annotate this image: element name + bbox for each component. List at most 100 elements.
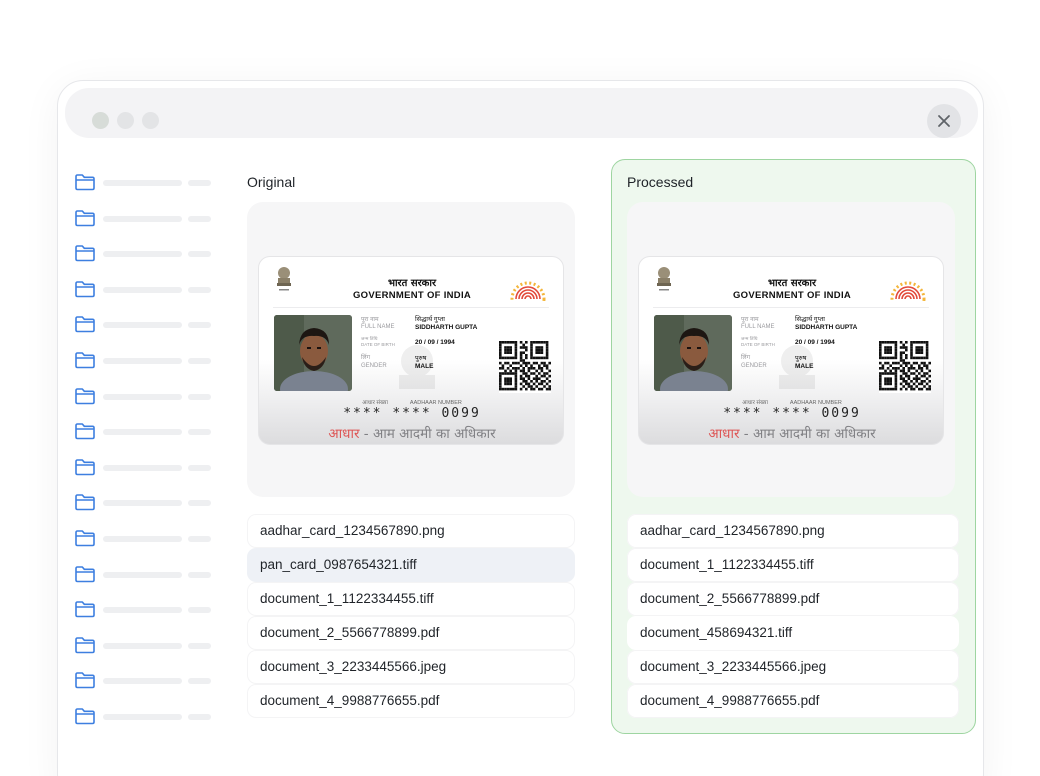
close-button[interactable]	[927, 104, 961, 138]
processed-preview: भारत सरकार GOVERNMENT OF INDIA पूरा नाम FUL…	[627, 202, 955, 497]
file-row[interactable]: document_2_5566778899.pdf	[627, 582, 959, 616]
qr-code	[499, 341, 551, 393]
sidebar-item-label-placeholder	[103, 180, 182, 186]
file-row[interactable]: document_3_2233445566.jpeg	[627, 650, 959, 684]
sidebar-item[interactable]	[74, 527, 214, 563]
sidebar-item-meta-placeholder	[188, 322, 211, 329]
folder-icon	[75, 601, 95, 618]
folder-icon	[75, 708, 95, 725]
dob-label: DATE OF BIRTH	[361, 342, 395, 347]
name-value: SIDDHARTH GUPTA	[415, 324, 478, 331]
sidebar	[74, 171, 214, 741]
sidebar-item[interactable]	[74, 242, 214, 278]
sidebar-item[interactable]	[74, 634, 214, 670]
sidebar-item-meta-placeholder	[188, 215, 211, 222]
id-card-image: भारत सरकार GOVERNMENT OF INDIA पूरा नाम FUL…	[258, 256, 564, 445]
id-card-image: भारत सरकार GOVERNMENT OF INDIA पूरा नाम FUL…	[638, 256, 944, 445]
folder-icon	[75, 636, 95, 654]
gender-value: MALE	[415, 363, 434, 370]
sidebar-item-label-placeholder	[103, 678, 182, 685]
file-row[interactable]: document_1_1122334455.tiff	[627, 548, 959, 582]
tagline-highlight: आधार	[328, 426, 360, 442]
file-row[interactable]: document_4_9988776655.pdf	[627, 684, 959, 718]
sidebar-item[interactable]	[74, 563, 214, 599]
sidebar-item[interactable]	[74, 669, 214, 705]
original-file-list: aadhar_card_1234567890.png pan_card_09876…	[247, 514, 575, 718]
sidebar-item[interactable]	[74, 349, 214, 385]
file-row[interactable]: document_2_5566778899.pdf	[247, 616, 575, 650]
sidebar-item[interactable]	[74, 385, 214, 421]
sidebar-item-meta-placeholder	[188, 393, 211, 400]
original-preview: भारत सरकार GOVERNMENT OF INDIA पूरा नाम FUL…	[247, 202, 575, 497]
card-divider	[273, 307, 549, 308]
gender-value-hindi: पुरुष	[415, 355, 427, 362]
sidebar-item-label-placeholder	[103, 286, 182, 293]
folder-icon	[75, 245, 95, 262]
sidebar-item[interactable]	[74, 456, 214, 492]
aadhaar-number-label: आधार संख्या AADHAAR NUMBER	[639, 398, 943, 406]
sidebar-item-label-placeholder	[103, 607, 182, 614]
sidebar-item[interactable]	[74, 598, 214, 634]
tagline-highlight: आधार	[708, 426, 740, 442]
folder-icon	[75, 280, 95, 298]
gender-label: GENDER	[361, 363, 387, 369]
app-window: Original Processed भारत सरकार GOVERNMENT …	[57, 80, 984, 776]
folder-icon	[75, 174, 95, 191]
sidebar-item[interactable]	[74, 420, 214, 456]
sidebar-item[interactable]	[74, 313, 214, 349]
sidebar-item-label-placeholder	[103, 322, 182, 329]
sidebar-item-meta-placeholder	[188, 713, 211, 720]
folder-icon	[75, 423, 95, 440]
folder-icon	[75, 458, 95, 476]
sidebar-item[interactable]	[74, 171, 214, 207]
title-bar	[65, 88, 978, 138]
folder-icon	[75, 352, 95, 369]
original-label: Original	[247, 174, 296, 190]
sidebar-item-meta-placeholder	[188, 464, 211, 471]
name-label: FULL NAME	[361, 324, 395, 330]
file-row[interactable]: document_3_2233445566.jpeg	[247, 650, 575, 684]
traffic-light-dot[interactable]	[92, 112, 109, 129]
sidebar-item-meta-placeholder	[188, 607, 211, 614]
portrait-photo	[654, 315, 732, 391]
file-row[interactable]: aadhar_card_1234567890.png	[627, 514, 959, 548]
file-row[interactable]: document_4_9988776655.pdf	[247, 684, 575, 718]
name-value-hindi: सिद्धार्थ गुप्ता	[415, 316, 445, 323]
sidebar-item-label-placeholder	[103, 215, 182, 222]
card-divider	[653, 307, 929, 308]
tagline-text: - आम आदमी का अधिकार	[739, 426, 876, 442]
card-tagline: आधार - आम आदमी का अधिकार	[259, 424, 563, 442]
sidebar-item[interactable]	[74, 491, 214, 527]
folder-icon	[75, 387, 95, 404]
processed-label: Processed	[627, 174, 694, 190]
sidebar-item-label-placeholder	[103, 393, 182, 400]
sidebar-item[interactable]	[74, 705, 214, 741]
sidebar-item-meta-placeholder	[188, 286, 211, 293]
card-tagline: आधार - आम आदमी का अधिकार	[639, 424, 943, 442]
gender-label: GENDER	[741, 363, 767, 369]
traffic-light-dot[interactable]	[142, 112, 159, 129]
folder-icon	[75, 530, 95, 547]
file-row-selected[interactable]: document_458694321.tiff	[627, 616, 959, 650]
gender-value: MALE	[795, 363, 814, 370]
file-row[interactable]: aadhar_card_1234567890.png	[247, 514, 575, 548]
sidebar-item-meta-placeholder	[188, 500, 211, 507]
name-value-hindi: सिद्धार्थ गुप्ता	[795, 316, 825, 323]
file-row[interactable]: document_1_1122334455.tiff	[247, 582, 575, 616]
sidebar-item-label-placeholder	[103, 357, 182, 364]
qr-code	[879, 341, 931, 393]
sidebar-item[interactable]	[74, 278, 214, 314]
sidebar-item-label-placeholder	[103, 713, 182, 720]
dob-label: DATE OF BIRTH	[741, 342, 775, 347]
aadhaar-number-label: आधार संख्या AADHAAR NUMBER	[259, 398, 563, 406]
traffic-light-dot[interactable]	[117, 112, 134, 129]
aadhaar-logo-icon	[890, 281, 926, 301]
name-label-hindi: पूरा नाम	[741, 317, 759, 323]
file-row-selected[interactable]: pan_card_0987654321.tiff	[247, 548, 575, 582]
gender-label-hindi: लिंग	[741, 355, 751, 361]
sidebar-item[interactable]	[74, 207, 214, 243]
sidebar-item-meta-placeholder	[188, 357, 211, 364]
sidebar-item-label-placeholder	[103, 642, 182, 649]
sidebar-item-label-placeholder	[103, 251, 182, 258]
sidebar-item-label-placeholder	[103, 571, 182, 578]
